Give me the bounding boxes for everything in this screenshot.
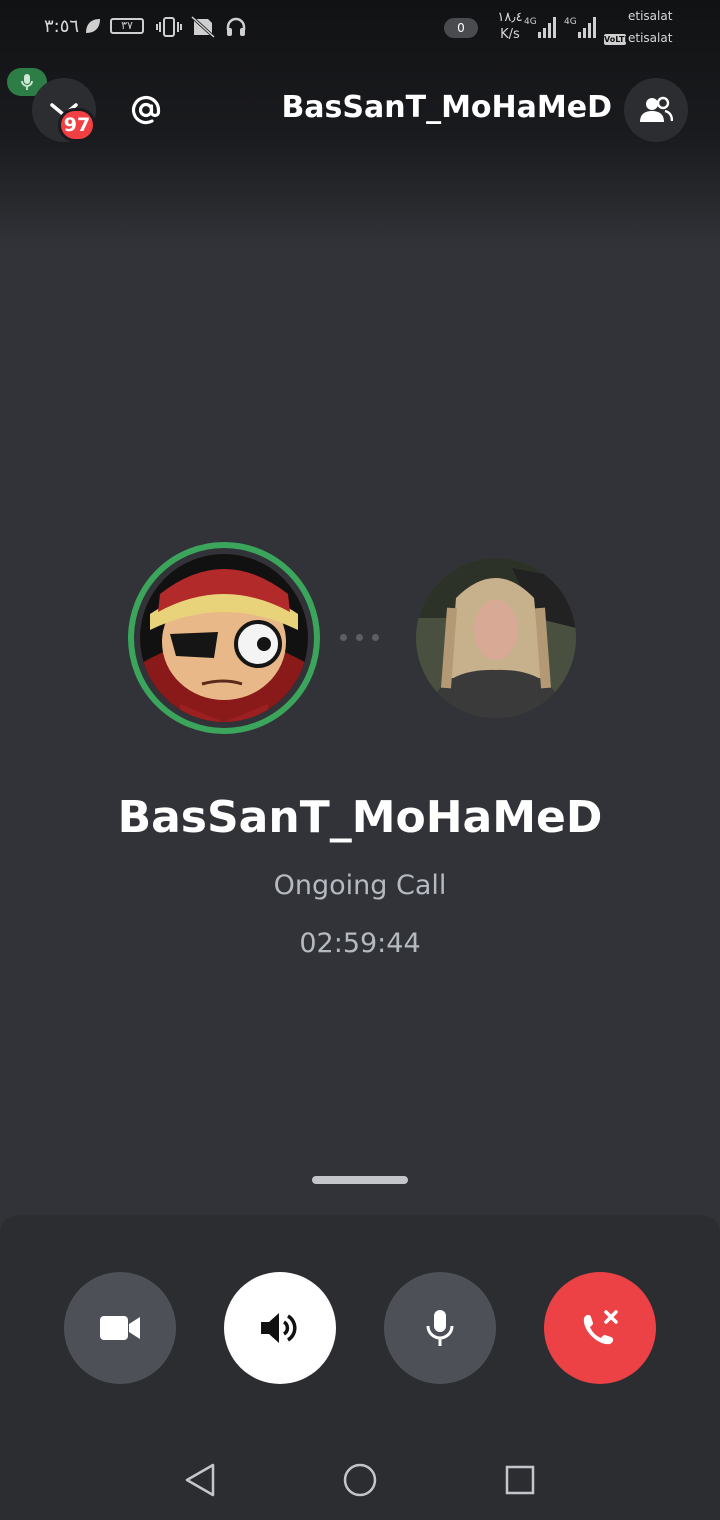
nav-home-button[interactable]: [340, 1460, 380, 1500]
status-bar: ٣:٥٦ ٣٧ 0 ١٨٫٤ K/s 4G 4G VoLTE etisalat …: [0, 0, 720, 60]
battery-icon: ٣٧: [110, 18, 144, 34]
call-status: Ongoing Call: [273, 870, 447, 901]
home-icon: [343, 1463, 377, 1497]
connecting-dots: [340, 634, 379, 641]
call-timer: 02:59:44: [299, 928, 421, 959]
video-camera-icon: [100, 1316, 140, 1340]
other-avatar: [416, 558, 576, 718]
speaker-toggle-button[interactable]: [224, 1272, 336, 1384]
notification-badge: 97: [58, 108, 96, 142]
network2-label: 4G: [564, 17, 577, 27]
microphone-icon: [426, 1310, 454, 1346]
signal-2-icon: 4G: [564, 14, 600, 44]
data-usage-pill: 0: [444, 18, 478, 38]
no-sim-icon: [190, 15, 216, 43]
network1-label: 4G: [524, 17, 537, 27]
nav-recents-button[interactable]: [500, 1460, 540, 1500]
drawer-handle[interactable]: [312, 1176, 408, 1184]
header-title: BasSanT_MoHaMeD: [281, 90, 612, 125]
self-avatar: [128, 542, 320, 734]
hang-up-button[interactable]: [544, 1272, 656, 1384]
vibrate-icon: [156, 16, 182, 42]
video-toggle-button[interactable]: [64, 1272, 176, 1384]
microphone-small-icon: [21, 74, 33, 90]
status-time: ٣:٥٦: [44, 16, 80, 37]
nav-back-button[interactable]: [180, 1460, 220, 1500]
leaf-icon: [84, 17, 102, 39]
back-icon: [185, 1463, 215, 1497]
speaker-icon: [261, 1313, 297, 1343]
mute-toggle-button[interactable]: [384, 1272, 496, 1384]
volte-badge: VoLTE: [604, 34, 630, 45]
people-icon: [640, 96, 673, 122]
system-navigation-bar: [0, 1440, 720, 1520]
recents-icon: [505, 1465, 535, 1495]
self-avatar-image: [140, 554, 308, 722]
signal-1-icon: 4G: [524, 14, 560, 44]
hang-up-icon: [583, 1310, 618, 1345]
members-button[interactable]: [624, 78, 688, 142]
caller-name: BasSanT_MoHaMeD: [117, 792, 603, 843]
carrier-2-label: etisalat: [628, 31, 673, 45]
mentions-icon[interactable]: [128, 92, 164, 128]
carrier-1-label: etisalat: [628, 9, 673, 23]
headset-icon: [225, 16, 247, 42]
